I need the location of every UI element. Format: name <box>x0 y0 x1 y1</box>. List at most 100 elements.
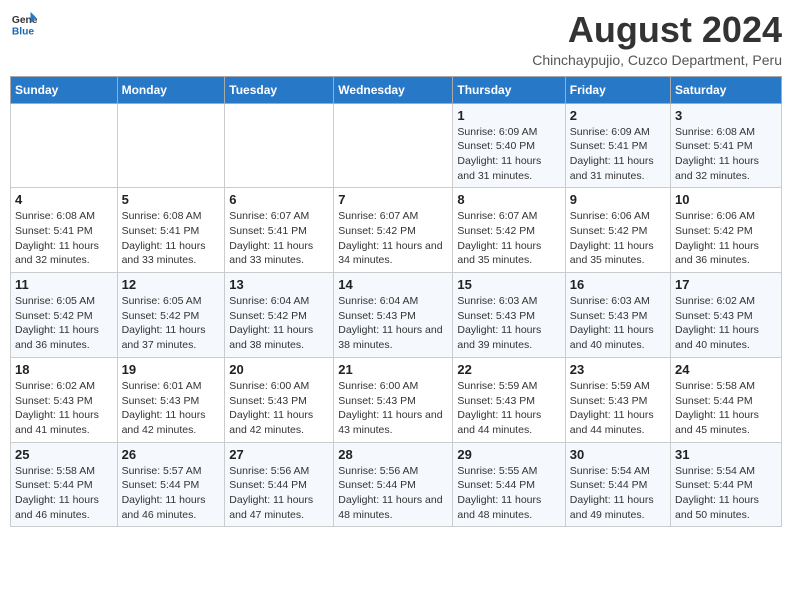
day-number: 10 <box>675 192 777 207</box>
calendar-cell: 20Sunrise: 6:00 AMSunset: 5:43 PMDayligh… <box>225 357 334 442</box>
calendar-cell: 28Sunrise: 5:56 AMSunset: 5:44 PMDayligh… <box>334 442 453 527</box>
logo-icon: General Blue <box>10 10 38 38</box>
calendar-cell: 11 Sunrise: 6:05 AMSunset: 5:42 PMDayligh… <box>11 273 118 358</box>
day-info: Sunrise: 5:59 AMSunset: 5:43 PMDaylight:… <box>570 379 666 438</box>
day-number: 25 <box>15 447 113 462</box>
day-number: 23 <box>570 362 666 377</box>
calendar-cell: 15Sunrise: 6:03 AMSunset: 5:43 PMDayligh… <box>453 273 565 358</box>
day-info: Sunrise: 6:04 AMSunset: 5:43 PMDaylight:… <box>338 294 448 353</box>
calendar-cell: 4 Sunrise: 6:08 AMSunset: 5:41 PMDaylight… <box>11 188 118 273</box>
calendar-cell: 10 Sunrise: 6:06 AMSunset: 5:42 PMDayligh… <box>671 188 782 273</box>
calendar-cell: 7 Sunrise: 6:07 AMSunset: 5:42 PMDaylight… <box>334 188 453 273</box>
day-number: 1 <box>457 108 560 123</box>
calendar-cell: 2 Sunrise: 6:09 AMSunset: 5:41 PMDaylight… <box>565 103 670 188</box>
calendar-week-1: 1 Sunrise: 6:09 AMSunset: 5:40 PMDaylight… <box>11 103 782 188</box>
calendar-cell: 31 Sunrise: 5:54 AMSunset: 5:44 PMDayligh… <box>671 442 782 527</box>
title-block: August 2024 Chinchaypujio, Cuzco Departm… <box>532 10 782 68</box>
calendar-cell: 6 Sunrise: 6:07 AMSunset: 5:41 PMDaylight… <box>225 188 334 273</box>
day-info: Sunrise: 6:08 AMSunset: 5:41 PMDaylight:… <box>675 125 777 184</box>
day-number: 6 <box>229 192 329 207</box>
calendar-cell: 24Sunrise: 5:58 AMSunset: 5:44 PMDayligh… <box>671 357 782 442</box>
day-number: 17 <box>675 277 777 292</box>
day-number: 21 <box>338 362 448 377</box>
calendar-week-2: 4 Sunrise: 6:08 AMSunset: 5:41 PMDaylight… <box>11 188 782 273</box>
day-number: 13 <box>229 277 329 292</box>
day-info: Sunrise: 6:06 AMSunset: 5:42 PMDaylight:… <box>570 209 666 268</box>
weekday-header-monday: Monday <box>117 76 225 103</box>
day-info: Sunrise: 6:09 AMSunset: 5:41 PMDaylight:… <box>570 125 666 184</box>
day-info: Sunrise: 5:56 AMSunset: 5:44 PMDaylight:… <box>338 464 448 523</box>
weekday-header-wednesday: Wednesday <box>334 76 453 103</box>
page-header: General Blue August 2024 Chinchaypujio, … <box>10 10 782 68</box>
day-info: Sunrise: 5:56 AMSunset: 5:44 PMDaylight:… <box>229 464 329 523</box>
weekday-header-friday: Friday <box>565 76 670 103</box>
calendar-cell: 17 Sunrise: 6:02 AMSunset: 5:43 PMDayligh… <box>671 273 782 358</box>
day-info: Sunrise: 6:00 AMSunset: 5:43 PMDaylight:… <box>229 379 329 438</box>
day-number: 12 <box>122 277 221 292</box>
calendar-week-4: 18Sunrise: 6:02 AMSunset: 5:43 PMDayligh… <box>11 357 782 442</box>
day-info: Sunrise: 5:59 AMSunset: 5:43 PMDaylight:… <box>457 379 560 438</box>
calendar-cell <box>117 103 225 188</box>
calendar-cell: 1 Sunrise: 6:09 AMSunset: 5:40 PMDaylight… <box>453 103 565 188</box>
calendar-cell: 29 Sunrise: 5:55 AMSunset: 5:44 PMDayligh… <box>453 442 565 527</box>
calendar-cell: 19 Sunrise: 6:01 AMSunset: 5:43 PMDayligh… <box>117 357 225 442</box>
day-info: Sunrise: 5:54 AMSunset: 5:44 PMDaylight:… <box>570 464 666 523</box>
day-number: 30 <box>570 447 666 462</box>
calendar-cell: 26 Sunrise: 5:57 AMSunset: 5:44 PMDayligh… <box>117 442 225 527</box>
calendar-cell: 23 Sunrise: 5:59 AMSunset: 5:43 PMDayligh… <box>565 357 670 442</box>
day-number: 19 <box>122 362 221 377</box>
day-info: Sunrise: 6:03 AMSunset: 5:43 PMDaylight:… <box>570 294 666 353</box>
day-number: 2 <box>570 108 666 123</box>
day-info: Sunrise: 5:54 AMSunset: 5:44 PMDaylight:… <box>675 464 777 523</box>
calendar-table: SundayMondayTuesdayWednesdayThursdayFrid… <box>10 76 782 528</box>
day-number: 26 <box>122 447 221 462</box>
day-info: Sunrise: 6:09 AMSunset: 5:40 PMDaylight:… <box>457 125 560 184</box>
day-number: 8 <box>457 192 560 207</box>
calendar-cell: 30 Sunrise: 5:54 AMSunset: 5:44 PMDayligh… <box>565 442 670 527</box>
day-info: Sunrise: 6:00 AMSunset: 5:43 PMDaylight:… <box>338 379 448 438</box>
day-info: Sunrise: 6:04 AMSunset: 5:42 PMDaylight:… <box>229 294 329 353</box>
day-info: Sunrise: 6:07 AMSunset: 5:41 PMDaylight:… <box>229 209 329 268</box>
day-info: Sunrise: 6:05 AMSunset: 5:42 PMDaylight:… <box>122 294 221 353</box>
day-info: Sunrise: 6:01 AMSunset: 5:43 PMDaylight:… <box>122 379 221 438</box>
calendar-cell: 13 Sunrise: 6:04 AMSunset: 5:42 PMDayligh… <box>225 273 334 358</box>
page-subtitle: Chinchaypujio, Cuzco Department, Peru <box>532 52 782 68</box>
day-info: Sunrise: 6:06 AMSunset: 5:42 PMDaylight:… <box>675 209 777 268</box>
weekday-header-row: SundayMondayTuesdayWednesdayThursdayFrid… <box>11 76 782 103</box>
day-info: Sunrise: 6:08 AMSunset: 5:41 PMDaylight:… <box>122 209 221 268</box>
day-info: Sunrise: 5:55 AMSunset: 5:44 PMDaylight:… <box>457 464 560 523</box>
day-info: Sunrise: 6:05 AMSunset: 5:42 PMDaylight:… <box>15 294 113 353</box>
calendar-week-5: 25 Sunrise: 5:58 AMSunset: 5:44 PMDayligh… <box>11 442 782 527</box>
calendar-cell: 18Sunrise: 6:02 AMSunset: 5:43 PMDayligh… <box>11 357 118 442</box>
day-number: 22 <box>457 362 560 377</box>
svg-text:Blue: Blue <box>12 26 35 37</box>
day-number: 5 <box>122 192 221 207</box>
calendar-cell <box>334 103 453 188</box>
day-info: Sunrise: 5:58 AMSunset: 5:44 PMDaylight:… <box>15 464 113 523</box>
calendar-cell: 27 Sunrise: 5:56 AMSunset: 5:44 PMDayligh… <box>225 442 334 527</box>
day-number: 24 <box>675 362 777 377</box>
calendar-cell: 14 Sunrise: 6:04 AMSunset: 5:43 PMDayligh… <box>334 273 453 358</box>
day-number: 4 <box>15 192 113 207</box>
day-number: 31 <box>675 447 777 462</box>
day-info: Sunrise: 6:07 AMSunset: 5:42 PMDaylight:… <box>338 209 448 268</box>
weekday-header-tuesday: Tuesday <box>225 76 334 103</box>
day-number: 16 <box>570 277 666 292</box>
day-info: Sunrise: 5:57 AMSunset: 5:44 PMDaylight:… <box>122 464 221 523</box>
day-number: 14 <box>338 277 448 292</box>
day-number: 18 <box>15 362 113 377</box>
day-number: 7 <box>338 192 448 207</box>
day-number: 3 <box>675 108 777 123</box>
day-number: 11 <box>15 277 113 292</box>
calendar-week-3: 11 Sunrise: 6:05 AMSunset: 5:42 PMDayligh… <box>11 273 782 358</box>
calendar-cell: 12 Sunrise: 6:05 AMSunset: 5:42 PMDayligh… <box>117 273 225 358</box>
calendar-cell <box>11 103 118 188</box>
day-number: 27 <box>229 447 329 462</box>
weekday-header-thursday: Thursday <box>453 76 565 103</box>
day-info: Sunrise: 6:08 AMSunset: 5:41 PMDaylight:… <box>15 209 113 268</box>
calendar-cell: 16 Sunrise: 6:03 AMSunset: 5:43 PMDayligh… <box>565 273 670 358</box>
day-info: Sunrise: 6:02 AMSunset: 5:43 PMDaylight:… <box>675 294 777 353</box>
day-number: 29 <box>457 447 560 462</box>
calendar-cell: 21 Sunrise: 6:00 AMSunset: 5:43 PMDayligh… <box>334 357 453 442</box>
logo: General Blue <box>10 10 38 38</box>
